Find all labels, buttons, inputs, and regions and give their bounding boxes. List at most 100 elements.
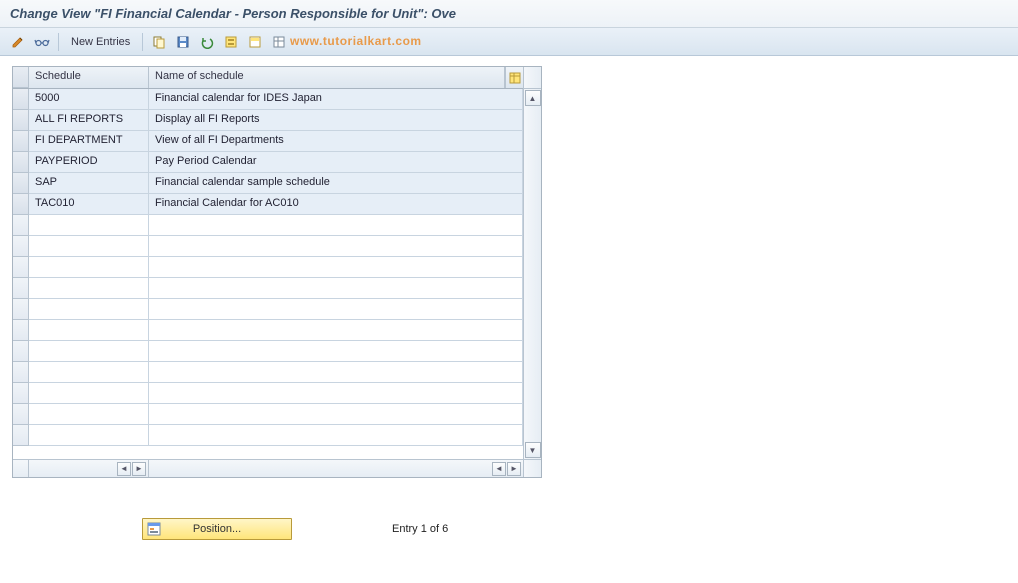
new-entries-button[interactable]: New Entries (65, 36, 136, 48)
cell-schedule[interactable]: ALL FI REPORTS (29, 110, 149, 131)
cell-name[interactable] (149, 320, 523, 341)
select-block-button[interactable] (245, 32, 265, 52)
scroll-up-button[interactable]: ▲ (525, 90, 541, 106)
scroll-left-button[interactable]: ◄ (117, 462, 131, 476)
column-header-schedule[interactable]: Schedule (29, 67, 149, 88)
cell-name[interactable]: Financial Calendar for AC010 (149, 194, 523, 215)
cell-name[interactable] (149, 341, 523, 362)
table-row[interactable] (13, 320, 523, 341)
select-all-icon (224, 35, 238, 49)
table-row[interactable]: SAPFinancial calendar sample schedule (13, 173, 523, 194)
cell-schedule[interactable]: FI DEPARTMENT (29, 131, 149, 152)
row-selector[interactable] (13, 194, 29, 215)
cell-name[interactable] (149, 383, 523, 404)
position-button[interactable]: Position... (142, 518, 292, 540)
configure-columns-button[interactable] (505, 67, 523, 88)
row-selector[interactable] (13, 257, 29, 278)
table-row[interactable]: TAC010Financial Calendar for AC010 (13, 194, 523, 215)
configure-columns-icon (509, 72, 521, 84)
cell-schedule[interactable]: PAYPERIOD (29, 152, 149, 173)
row-selector[interactable] (13, 131, 29, 152)
cell-schedule[interactable] (29, 320, 149, 341)
cell-schedule[interactable] (29, 341, 149, 362)
cell-schedule[interactable] (29, 425, 149, 446)
cell-schedule[interactable]: 5000 (29, 89, 149, 110)
table-row[interactable] (13, 425, 523, 446)
cell-name[interactable] (149, 425, 523, 446)
change-display-toggle[interactable] (8, 32, 28, 52)
cell-schedule[interactable] (29, 236, 149, 257)
row-selector[interactable] (13, 110, 29, 131)
cell-schedule[interactable] (29, 362, 149, 383)
cell-name[interactable] (149, 236, 523, 257)
cell-schedule[interactable]: TAC010 (29, 194, 149, 215)
table-row[interactable] (13, 362, 523, 383)
table-row[interactable] (13, 257, 523, 278)
cell-schedule[interactable] (29, 257, 149, 278)
copy-as-button[interactable] (149, 32, 169, 52)
cell-name[interactable]: Display all FI Reports (149, 110, 523, 131)
row-selector[interactable] (13, 173, 29, 194)
row-selector[interactable] (13, 89, 29, 110)
row-selector[interactable] (13, 278, 29, 299)
entry-count-text: Entry 1 of 6 (392, 523, 448, 535)
cell-schedule[interactable] (29, 383, 149, 404)
column-header-name[interactable]: Name of schedule (149, 67, 505, 88)
scroll-left-button[interactable]: ◄ (492, 462, 506, 476)
schedule-table: Schedule Name of schedule 5000Financial … (12, 66, 542, 478)
vertical-scrollbar: ▲ ▼ (523, 67, 541, 477)
table-row[interactable]: ALL FI REPORTSDisplay all FI Reports (13, 110, 523, 131)
cell-name[interactable]: Financial calendar for IDES Japan (149, 89, 523, 110)
row-selector[interactable] (13, 299, 29, 320)
row-selector-header[interactable] (13, 67, 29, 88)
cell-schedule[interactable] (29, 404, 149, 425)
scroll-right-button[interactable]: ► (507, 462, 521, 476)
row-selector[interactable] (13, 404, 29, 425)
deselect-all-button[interactable] (269, 32, 289, 52)
title-bar: Change View "FI Financial Calendar - Per… (0, 0, 1018, 28)
row-selector[interactable] (13, 425, 29, 446)
table-row[interactable] (13, 383, 523, 404)
row-selector[interactable] (13, 320, 29, 341)
row-selector[interactable] (13, 215, 29, 236)
cell-name[interactable] (149, 404, 523, 425)
scroll-down-button[interactable]: ▼ (525, 442, 541, 458)
row-selector[interactable] (13, 236, 29, 257)
table-row[interactable] (13, 215, 523, 236)
table-row[interactable] (13, 278, 523, 299)
table-row[interactable] (13, 299, 523, 320)
table-header: Schedule Name of schedule (13, 67, 523, 89)
delete-button[interactable] (173, 32, 193, 52)
cell-schedule[interactable] (29, 299, 149, 320)
row-selector[interactable] (13, 341, 29, 362)
change-display-icon (11, 35, 25, 49)
row-selector[interactable] (13, 152, 29, 173)
table-row[interactable] (13, 404, 523, 425)
cell-schedule[interactable] (29, 215, 149, 236)
cell-name[interactable]: View of all FI Departments (149, 131, 523, 152)
undo-change-button[interactable] (197, 32, 217, 52)
save-icon (176, 35, 190, 49)
cell-schedule[interactable]: SAP (29, 173, 149, 194)
cell-name[interactable] (149, 299, 523, 320)
other-view-button[interactable] (32, 32, 52, 52)
table-row[interactable] (13, 341, 523, 362)
table-row[interactable]: PAYPERIODPay Period Calendar (13, 152, 523, 173)
table-row[interactable] (13, 236, 523, 257)
cell-name[interactable]: Pay Period Calendar (149, 152, 523, 173)
scroll-right-button[interactable]: ► (132, 462, 146, 476)
table-row[interactable]: 5000Financial calendar for IDES Japan (13, 89, 523, 110)
position-icon (147, 522, 161, 536)
cell-schedule[interactable] (29, 278, 149, 299)
cell-name[interactable] (149, 257, 523, 278)
cell-name[interactable] (149, 215, 523, 236)
cell-name[interactable]: Financial calendar sample schedule (149, 173, 523, 194)
row-selector[interactable] (13, 362, 29, 383)
select-all-button[interactable] (221, 32, 241, 52)
row-selector[interactable] (13, 383, 29, 404)
cell-name[interactable] (149, 362, 523, 383)
horizontal-scrollbar: ◄ ► ◄ ► (13, 459, 523, 477)
table-row[interactable]: FI DEPARTMENTView of all FI Departments (13, 131, 523, 152)
toolbar-divider (58, 33, 59, 51)
cell-name[interactable] (149, 278, 523, 299)
